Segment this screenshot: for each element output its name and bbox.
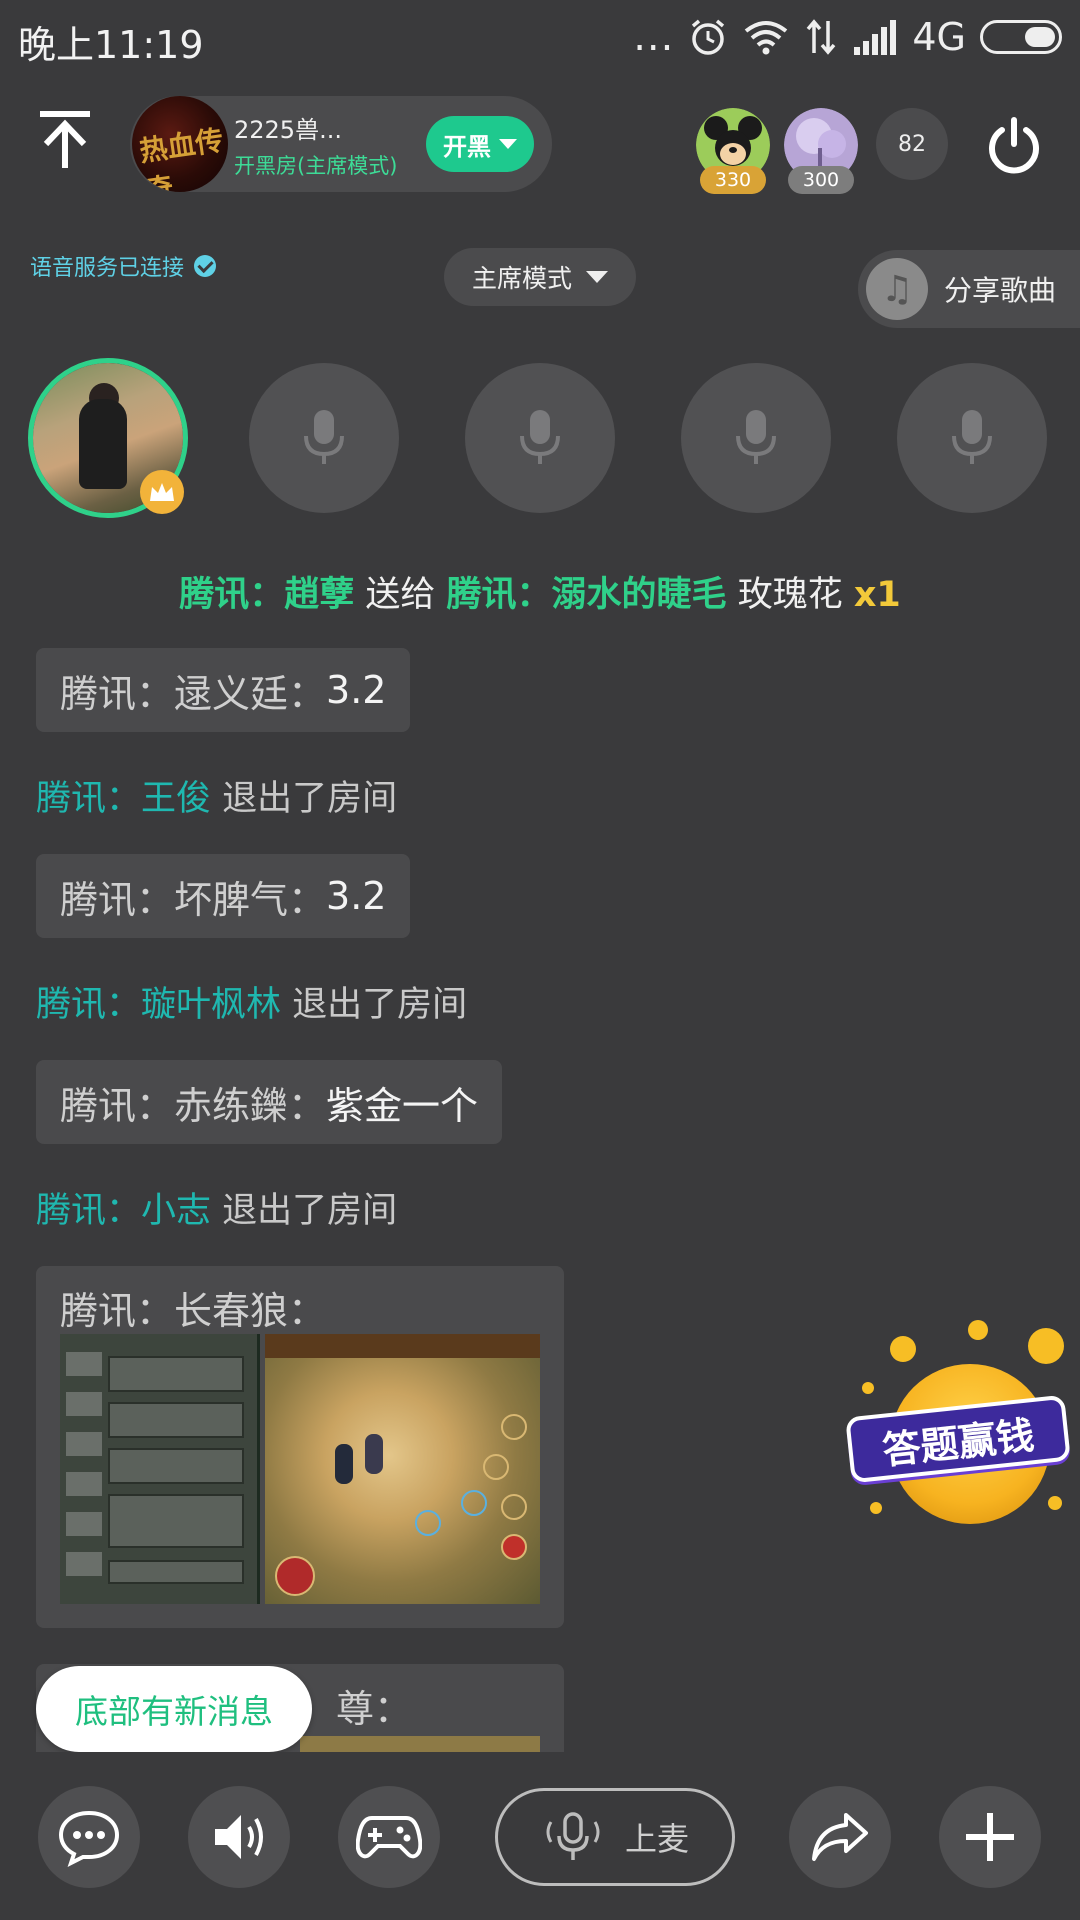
wifi-icon — [745, 21, 788, 55]
chat-user: 腾讯：坏脾气： — [60, 877, 327, 922]
room-info[interactable]: 热血传奇 2225兽... 开黑房(主席模式) 开黑 — [130, 96, 552, 192]
chat-bubble-icon — [58, 1810, 120, 1867]
top-user-1[interactable]: 330 — [696, 108, 770, 194]
chat-text: 3.2 — [326, 874, 387, 918]
new-message-pill[interactable]: 底部有新消息 — [36, 1666, 312, 1752]
status-bar: 晚上11:19 ... 4G — [0, 0, 1080, 80]
chevron-down-icon — [499, 139, 517, 149]
exit-text: 退出了房间 — [222, 1191, 398, 1231]
exit-notice: 腾讯：王俊 退出了房间 — [36, 770, 397, 821]
speaker-icon — [215, 1815, 263, 1859]
signal-icon — [854, 20, 897, 55]
chat-button[interactable] — [38, 1786, 140, 1888]
gift-qty: x1 — [853, 575, 901, 615]
gift-announcement: 腾讯：趙孽 送给 腾讯：溺水的睫毛 玫瑰花 x1 — [0, 566, 1080, 617]
exit-text: 退出了房间 — [292, 985, 468, 1025]
voice-status: 语音服务已连接 — [30, 250, 217, 282]
gift-verb: 送给 — [365, 575, 436, 615]
plus-icon — [966, 1813, 1014, 1861]
room-mode: 开黑房(主席模式) — [234, 154, 398, 178]
gift-receiver: 腾讯：溺水的睫毛 — [446, 575, 727, 615]
top-user-2-count: 300 — [788, 166, 854, 194]
mode-dropdown[interactable]: 主席模式 — [444, 248, 636, 306]
microphone-icon — [952, 410, 992, 464]
more-button[interactable] — [939, 1786, 1041, 1888]
gift-item: 玫瑰花 — [737, 575, 843, 615]
music-note-icon: ♫ — [866, 258, 928, 320]
mic-seat-3[interactable] — [681, 363, 831, 513]
share-song-label: 分享歌曲 — [944, 274, 1057, 307]
take-mic-button[interactable]: 上麦 — [495, 1788, 735, 1886]
mic-seat-1[interactable] — [249, 363, 399, 513]
share-song-button[interactable]: ♫ 分享歌曲 — [858, 250, 1080, 328]
check-circle-icon — [194, 255, 217, 277]
chat-message: 腾讯：赤练鑠： 紫金一个 — [36, 1060, 503, 1144]
power-icon[interactable] — [984, 116, 1044, 176]
room-logo-text: 热血传奇 — [137, 123, 226, 192]
chat-user: 腾讯：赤练鑠： — [60, 1083, 327, 1128]
gift-sender: 腾讯：趙孽 — [179, 575, 355, 615]
gamepad-icon — [356, 1816, 422, 1859]
chevron-down-icon — [586, 271, 608, 283]
exit-user: 腾讯：璇叶枫林 — [36, 985, 282, 1025]
audience-count[interactable]: 82 — [876, 108, 948, 180]
exit-notice: 腾讯：小志 退出了房间 — [36, 1182, 397, 1233]
exit-text: 退出了房间 — [222, 779, 398, 819]
room-avatar: 热血传奇 — [132, 96, 228, 192]
bottom-bar: 上麦 — [0, 1752, 1080, 1920]
game-screenshot[interactable] — [60, 1334, 540, 1604]
share-button[interactable] — [789, 1786, 891, 1888]
exit-notice: 腾讯：璇叶枫林 退出了房间 — [36, 976, 467, 1027]
battery-icon — [980, 20, 1062, 54]
network-type: 4G — [912, 15, 966, 59]
share-arrow-icon — [812, 1813, 868, 1861]
volume-button[interactable] — [188, 1786, 290, 1888]
chat-text: 紫金一个 — [326, 1083, 479, 1128]
chat-user: 尊： — [336, 1687, 413, 1731]
image-message: 腾讯：长春狼： — [36, 1266, 564, 1628]
top-user-2[interactable]: 300 — [784, 108, 858, 194]
crown-icon — [140, 470, 184, 514]
take-mic-label: 上麦 — [624, 1820, 689, 1858]
kaihei-button[interactable]: 开黑 — [426, 116, 534, 172]
room-name: 2225兽... — [234, 116, 342, 144]
quiz-widget[interactable]: 答题赢钱 — [845, 1320, 1071, 1530]
chat-message: 腾讯：坏脾气： 3.2 — [36, 854, 411, 938]
mic-seat-2[interactable] — [465, 363, 615, 513]
status-icons: ... 4G — [633, 12, 1062, 62]
more-dots-icon: ... — [633, 14, 675, 60]
game-button[interactable] — [338, 1786, 440, 1888]
chat-user: 腾讯：逯义廷： — [60, 671, 327, 716]
exit-user: 腾讯：王俊 — [36, 779, 212, 819]
mic-seat-4[interactable] — [897, 363, 1047, 513]
microphone-icon — [546, 1812, 600, 1860]
voice-status-label: 语音服务已连接 — [30, 256, 185, 281]
alarm-icon — [692, 19, 725, 55]
chat-text: 3.2 — [326, 668, 387, 712]
mode-dropdown-label: 主席模式 — [471, 264, 572, 293]
status-time: 晚上11:19 — [18, 23, 204, 67]
microphone-icon — [736, 410, 776, 464]
microphone-icon — [520, 410, 560, 464]
chat-message: 腾讯：逯义廷： 3.2 — [36, 648, 411, 732]
chat-user: 腾讯：长春狼： — [60, 1289, 327, 1333]
exit-user: 腾讯：小志 — [36, 1191, 212, 1231]
top-user-1-count: 330 — [700, 166, 766, 194]
data-transfer-icon — [807, 19, 836, 55]
kaihei-label: 开黑 — [443, 132, 491, 161]
scroll-top-icon[interactable] — [30, 106, 100, 176]
microphone-icon — [304, 410, 344, 464]
